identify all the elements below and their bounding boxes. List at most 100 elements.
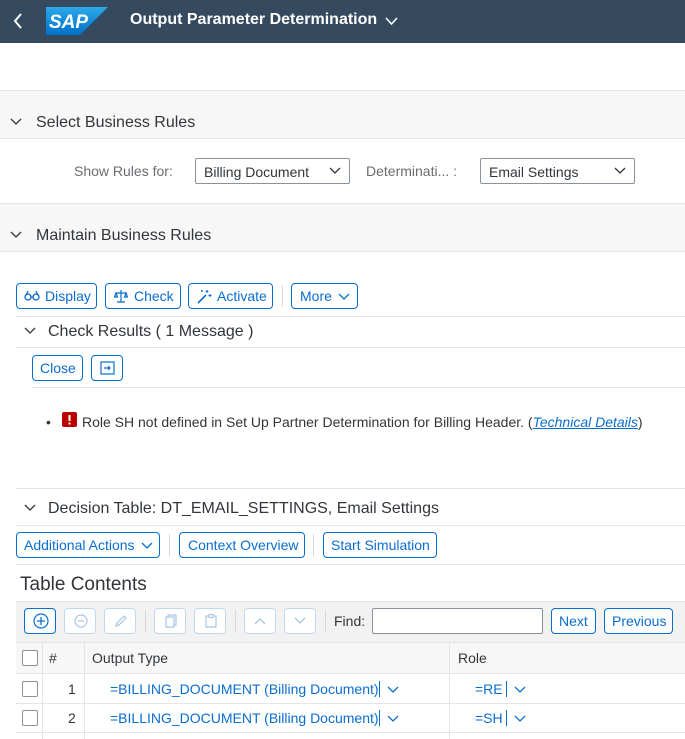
magic-wand-icon <box>197 289 212 304</box>
additional-actions-label: Additional Actions <box>24 537 135 553</box>
row-select-checkbox[interactable] <box>22 681 38 697</box>
divider <box>16 316 685 317</box>
remove-row-button[interactable] <box>64 608 96 634</box>
add-icon <box>33 613 49 629</box>
determination-select[interactable]: Email Settings <box>480 158 635 184</box>
column-header-number: # <box>49 650 57 666</box>
row-divider <box>16 703 685 704</box>
export-button[interactable] <box>91 355 123 381</box>
activate-label: Activate <box>217 288 267 304</box>
check-message: Role SH not defined in Set Up Partner De… <box>82 414 643 430</box>
previous-label: Previous <box>612 613 667 629</box>
chevron-down-icon <box>294 617 306 625</box>
select-rules-title: Select Business Rules <box>36 114 196 131</box>
paste-button[interactable] <box>194 608 226 634</box>
context-overview-button[interactable]: Context Overview <box>179 532 305 558</box>
output-type-chevron-down-icon[interactable] <box>387 715 399 723</box>
find-label: Find: <box>334 613 366 629</box>
back-icon[interactable] <box>12 13 24 29</box>
role-value[interactable]: =SH <box>475 710 503 726</box>
toolbar-divider <box>282 285 283 307</box>
value-separator <box>506 681 507 697</box>
role-value[interactable]: =RE <box>475 681 503 697</box>
more-label: More <box>300 288 332 304</box>
role-chevron-down-icon[interactable] <box>514 715 526 723</box>
next-label: Next <box>559 613 588 629</box>
toolbar-divider <box>313 534 314 556</box>
decision-table-chevron-down-icon[interactable] <box>24 504 36 512</box>
row-number: 1 <box>68 681 76 697</box>
move-down-button[interactable] <box>284 608 316 634</box>
toolbar-divider <box>145 610 146 632</box>
context-overview-label: Context Overview <box>188 537 299 553</box>
activate-button[interactable]: Activate <box>188 283 273 309</box>
value-separator <box>506 710 507 726</box>
svg-text:SAP: SAP <box>49 12 88 33</box>
check-results-title: Check Results ( 1 Message ) <box>48 323 254 340</box>
select-all-checkbox[interactable] <box>22 650 38 666</box>
start-simulation-label: Start Simulation <box>331 537 430 553</box>
check-label: Check <box>134 288 174 304</box>
chevron-down-icon <box>338 293 350 301</box>
chevron-down-icon <box>141 542 153 550</box>
divider <box>16 525 685 526</box>
balance-icon <box>114 289 128 303</box>
start-simulation-button[interactable]: Start Simulation <box>323 532 437 558</box>
divider <box>16 488 685 489</box>
find-input[interactable] <box>372 608 543 634</box>
check-message-text: Role SH not defined in Set Up Partner De… <box>82 414 525 430</box>
move-up-button[interactable] <box>244 608 276 634</box>
copy-button[interactable] <box>154 608 186 634</box>
copy-icon <box>163 613 179 629</box>
collapse-chevron-down-icon[interactable] <box>10 231 22 239</box>
divider <box>16 347 685 348</box>
collapse-chevron-down-icon[interactable] <box>10 118 22 126</box>
pencil-icon <box>113 613 129 629</box>
column-separator <box>449 642 450 739</box>
divider <box>16 564 685 565</box>
column-header-output-type[interactable]: Output Type <box>92 650 168 666</box>
row-divider <box>16 732 685 733</box>
row-select-checkbox[interactable] <box>22 710 38 726</box>
app-title[interactable]: Output Parameter Determination <box>130 11 377 29</box>
paren-close: ) <box>637 414 643 430</box>
column-separator <box>42 642 43 739</box>
previous-button[interactable]: Previous <box>604 608 673 634</box>
paste-icon <box>203 613 219 629</box>
determination-label: Determinati... : <box>366 163 458 179</box>
role-chevron-down-icon[interactable] <box>514 686 526 694</box>
table-contents-title: Table Contents <box>20 574 147 595</box>
output-type-value[interactable]: =BILLING_DOCUMENT (Billing Document) <box>110 710 379 726</box>
value-separator <box>379 710 380 726</box>
divider <box>32 387 685 388</box>
show-rules-label: Show Rules for: <box>74 163 173 179</box>
output-type-value[interactable]: =BILLING_DOCUMENT (Billing Document) <box>110 681 379 697</box>
more-button[interactable]: More <box>291 283 358 309</box>
close-button[interactable]: Close <box>32 355 83 381</box>
chevron-down-icon <box>614 167 626 175</box>
export-icon <box>100 361 115 375</box>
column-separator <box>84 642 85 739</box>
title-menu-chevron-down-icon[interactable] <box>385 17 398 26</box>
row-number: 2 <box>68 710 76 726</box>
show-rules-value: Billing Document <box>204 164 310 180</box>
technical-details-link[interactable]: Technical Details <box>533 414 638 430</box>
remove-icon <box>73 613 89 629</box>
next-button[interactable]: Next <box>551 608 596 634</box>
display-button[interactable]: Display <box>16 283 97 309</box>
maintain-rules-title: Maintain Business Rules <box>36 227 212 244</box>
sap-logo[interactable]: SAP <box>46 7 108 35</box>
output-type-chevron-down-icon[interactable] <box>387 686 399 694</box>
check-button[interactable]: Check <box>105 283 181 309</box>
edit-button[interactable] <box>104 608 136 634</box>
toolbar-divider <box>325 610 326 632</box>
add-row-button[interactable] <box>24 608 56 634</box>
check-results-chevron-down-icon[interactable] <box>24 327 36 335</box>
column-header-role[interactable]: Role <box>458 650 487 666</box>
decision-table-title: Decision Table: DT_EMAIL_SETTINGS, Email… <box>48 500 439 517</box>
glasses-icon <box>24 290 40 302</box>
additional-actions-button[interactable]: Additional Actions <box>16 532 160 558</box>
message-bullet: • <box>46 414 51 430</box>
determination-value: Email Settings <box>489 164 579 180</box>
show-rules-select[interactable]: Billing Document <box>195 158 350 184</box>
